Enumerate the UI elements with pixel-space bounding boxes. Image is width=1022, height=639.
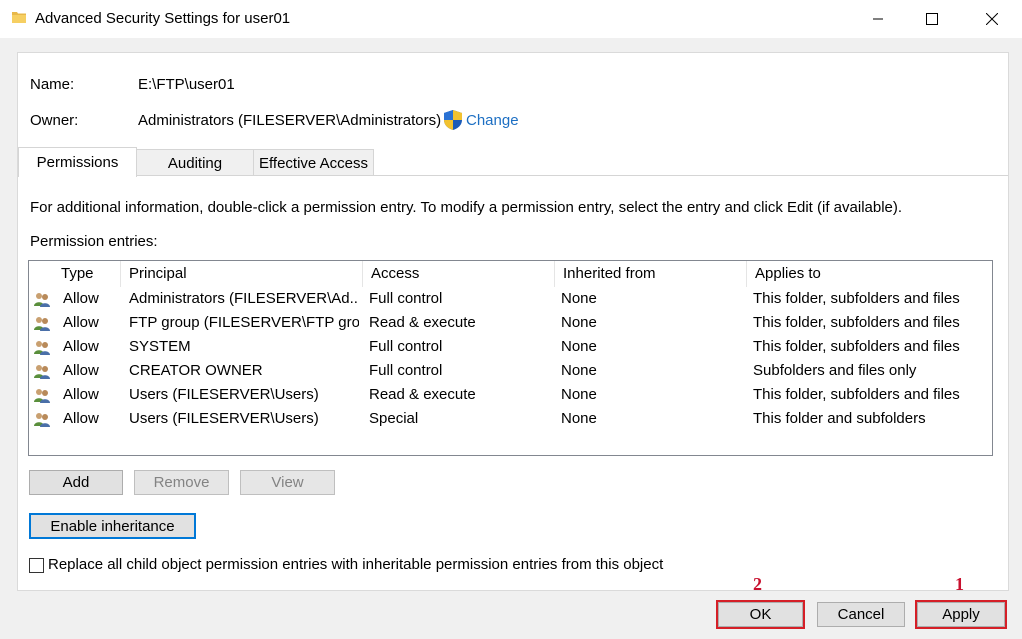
permission-access-cell: Read & execute [369, 314, 476, 331]
replace-child-permissions-label: Replace all child object permission entr… [48, 556, 664, 573]
permission-principal-cell: Users (FILESERVER\Users) [129, 386, 319, 403]
permission-inherited-cell: None [561, 290, 597, 307]
permission-entry-row[interactable]: Allow Users (FILESERVER\Users) Special None… [29, 407, 990, 431]
change-owner-link[interactable]: Change [466, 112, 519, 129]
folder-icon [12, 12, 26, 23]
uac-shield-icon [444, 110, 462, 130]
permission-type-cell: Allow [63, 386, 99, 403]
tab-permissions[interactable]: Permissions [18, 147, 137, 177]
column-header-access[interactable]: Access [363, 261, 555, 287]
tab-effective-access[interactable]: Effective Access [253, 149, 374, 176]
view-button[interactable]: View [240, 470, 335, 495]
permission-principal-cell: CREATOR OWNER [129, 362, 263, 379]
permission-inherited-cell: None [561, 314, 597, 331]
user-group-icon [34, 341, 50, 355]
permission-principal-cell: SYSTEM [129, 338, 191, 355]
apply-highlight-box [915, 600, 1007, 629]
user-group-icon [34, 413, 50, 427]
maximize-icon [926, 13, 938, 25]
column-header-principal[interactable]: Principal [121, 261, 363, 287]
permission-access-cell: Read & execute [369, 386, 476, 403]
tab-label: Auditing [167, 154, 223, 172]
permission-applies-cell: This folder, subfolders and files [753, 314, 960, 331]
permission-access-cell: Full control [369, 290, 443, 307]
permission-access-cell: Special [369, 410, 419, 427]
close-icon [986, 13, 998, 25]
permission-inherited-cell: None [561, 362, 597, 379]
permission-type-cell: Allow [63, 314, 99, 331]
column-header-inherited-from[interactable]: Inherited from [555, 261, 747, 287]
enable-inheritance-button[interactable]: Enable inheritance [29, 513, 196, 539]
permission-entry-row[interactable]: Allow CREATOR OWNER Full control None Subfol… [29, 359, 990, 383]
window-title: Advanced Security Settings for user01 [35, 10, 291, 27]
instruction-text: For additional information, double-click… [30, 199, 903, 216]
column-header-applies-to[interactable]: Applies to [747, 261, 990, 287]
permission-applies-cell: This folder, subfolders and files [753, 290, 960, 307]
permission-entry-row[interactable]: Allow SYSTEM Full control None This folder, … [29, 335, 990, 359]
remove-button[interactable]: Remove [134, 470, 229, 495]
permission-entry-row[interactable]: Allow Administrators (FILESERVER\Ad... Ful… [29, 287, 990, 311]
step-marker-1: 1 [955, 574, 964, 594]
permission-applies-cell: This folder and subfolders [753, 410, 926, 427]
permission-applies-cell: Subfolders and files only [753, 362, 917, 379]
permission-entries-label: Permission entries: [30, 233, 158, 250]
name-value: E:\FTP\user01 [138, 76, 235, 93]
tab-divider [18, 175, 1008, 176]
user-group-icon [34, 365, 50, 379]
permission-type-cell: Allow [63, 338, 99, 355]
user-group-icon [34, 293, 50, 307]
owner-label: Owner: [30, 112, 79, 129]
minimize-icon [873, 18, 883, 20]
user-group-icon [34, 317, 50, 331]
permission-entry-row[interactable]: Allow FTP group (FILESERVER\FTP grou... Re… [29, 311, 990, 335]
permission-access-cell: Full control [369, 362, 443, 379]
cancel-button[interactable]: Cancel [817, 602, 905, 627]
permission-inherited-cell: None [561, 410, 597, 427]
ok-highlight-box [716, 600, 805, 629]
permission-applies-cell: This folder, subfolders and files [753, 386, 960, 403]
permission-access-cell: Full control [369, 338, 443, 355]
name-label: Name: [30, 76, 75, 93]
tab-label: Permissions [36, 154, 119, 171]
permission-principal-cell: Users (FILESERVER\Users) [129, 410, 319, 427]
permission-type-cell: Allow [63, 362, 99, 379]
owner-value: Administrators (FILESERVER\Administrator… [138, 112, 442, 129]
permission-inherited-cell: None [561, 386, 597, 403]
title-bar[interactable]: Advanced Security Settings for user01 [0, 0, 1022, 38]
permission-type-cell: Allow [63, 410, 99, 427]
permission-entry-row[interactable]: Allow Users (FILESERVER\Users) Read & exec… [29, 383, 990, 407]
user-group-icon [34, 389, 50, 403]
permission-principal-cell: Administrators (FILESERVER\Ad... [129, 290, 359, 307]
content-panel: Name: E:\FTP\user01 Owner: Administrator… [17, 52, 1009, 591]
permission-principal-cell: FTP group (FILESERVER\FTP grou... [129, 314, 359, 331]
minimize-button[interactable] [853, 0, 903, 38]
permission-inherited-cell: None [561, 338, 597, 355]
maximize-button[interactable] [907, 0, 957, 38]
close-button[interactable] [967, 0, 1017, 38]
tab-strip: Permissions Auditing Effective Access [18, 147, 1008, 177]
replace-child-permissions-checkbox[interactable] [29, 558, 44, 573]
tab-auditing[interactable]: Auditing [136, 149, 254, 176]
permission-type-cell: Allow [63, 290, 99, 307]
step-marker-2: 2 [753, 574, 762, 594]
permission-applies-cell: This folder, subfolders and files [753, 338, 960, 355]
permission-entries-list[interactable]: Type Principal Access Inherited from App… [28, 260, 993, 456]
add-button[interactable]: Add [29, 470, 123, 495]
tab-label: Effective Access [259, 154, 368, 172]
column-header-type[interactable]: Type [53, 261, 121, 287]
